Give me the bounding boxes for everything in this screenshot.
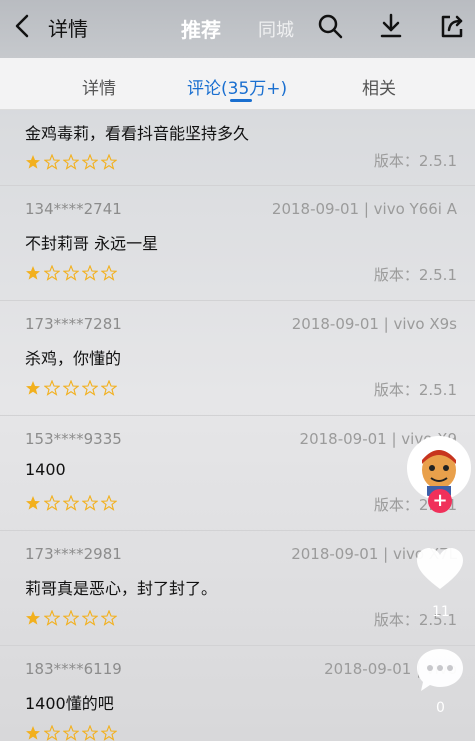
subtab-active-indicator [230, 99, 252, 102]
comment-row: 173****7281 2018-09-01 | vivo X9s 杀鸡，你懂的… [0, 301, 475, 416]
sub-tab-bar: 详情 评论(35万+) 相关 [0, 58, 475, 110]
page-title: 详情 [48, 17, 88, 41]
download-icon[interactable] [377, 12, 405, 40]
star-empty-icon [101, 154, 117, 170]
comment-text: 不封莉哥 永远一星 [25, 234, 159, 253]
star-empty-icon [63, 154, 79, 170]
star-empty-icon [44, 725, 60, 741]
star-empty-icon [63, 725, 79, 741]
top-bar: 详情 推荐 同城 [0, 0, 475, 58]
comment-row: 183****6119 2018-09-01 | vivo 1400懂的吧 [0, 646, 475, 741]
version-label: 版本：2.5.1 [373, 152, 457, 170]
share-icon[interactable] [438, 12, 466, 40]
star-empty-icon [44, 265, 60, 281]
star-empty-icon [101, 610, 117, 626]
comment-row: 134****2741 2018-09-01 | vivo Y66i A 不封莉… [0, 186, 475, 301]
heart-icon[interactable] [414, 545, 466, 593]
star-rating [25, 495, 117, 511]
comment-text: 莉哥真是恶心，封了封了。 [25, 579, 218, 598]
comment-user: 153****9335 [25, 430, 122, 448]
comment-bubble-icon[interactable] [414, 646, 466, 694]
star-empty-icon [82, 610, 98, 626]
star-empty-icon [82, 725, 98, 741]
version-label: 版本：2.5.1 [373, 381, 457, 399]
star-empty-icon [63, 265, 79, 281]
star-empty-icon [82, 265, 98, 281]
star-filled-icon [26, 155, 40, 169]
star-empty-icon [101, 725, 117, 741]
star-empty-icon [82, 380, 98, 396]
star-empty-icon [63, 495, 79, 511]
star-empty-icon [44, 610, 60, 626]
comment-user: 173****2981 [25, 545, 122, 563]
star-filled-icon [26, 611, 40, 625]
comment-text: 杀鸡，你懂的 [25, 349, 122, 368]
back-arrow-icon[interactable] [10, 12, 34, 40]
comment-user: 183****6119 [25, 660, 122, 678]
star-rating [25, 154, 117, 170]
star-filled-icon [26, 266, 40, 280]
star-empty-icon [63, 380, 79, 396]
star-empty-icon [101, 495, 117, 511]
star-filled-icon [26, 726, 40, 740]
comment-text: 1400 [25, 460, 66, 479]
subtab-comments[interactable]: 评论(35万+) [187, 74, 287, 99]
comment-row: 153****9335 2018-09-01 | vivo X9 1400 版本… [0, 416, 475, 531]
comment-meta: 2018-09-01 | vivo Y66i A [271, 200, 457, 218]
version-label: 版本：2.5.1 [373, 266, 457, 284]
comment-row: 173****2981 2018-09-01 | vivo X7L 莉哥真是恶心… [0, 531, 475, 646]
tab-local[interactable]: 同城 [258, 16, 294, 42]
star-empty-icon [101, 380, 117, 396]
star-rating [25, 380, 117, 396]
star-rating [25, 265, 117, 281]
comment-list[interactable]: 金鸡毒莉，看看抖音能坚持多久 版本：2.5.1 134****2741 2018… [0, 110, 475, 741]
comment-meta: 2018-09-01 | vivo X9s [291, 315, 457, 333]
search-icon[interactable] [316, 12, 344, 40]
subtab-details[interactable]: 详情 [82, 74, 116, 99]
star-empty-icon [44, 495, 60, 511]
star-filled-icon [26, 496, 40, 510]
star-rating [25, 610, 117, 626]
star-empty-icon [44, 154, 60, 170]
follow-plus-button[interactable]: + [428, 489, 452, 513]
comment-user: 134****2741 [25, 200, 122, 218]
star-empty-icon [82, 154, 98, 170]
comment-text: 1400懂的吧 [25, 694, 114, 713]
comment-count: 0 [436, 700, 445, 716]
star-empty-icon [101, 265, 117, 281]
star-empty-icon [44, 380, 60, 396]
tab-recommend[interactable]: 推荐 [181, 14, 221, 43]
star-empty-icon [82, 495, 98, 511]
star-rating [25, 725, 117, 741]
star-filled-icon [26, 381, 40, 395]
like-count: 11 [432, 604, 450, 620]
subtab-related[interactable]: 相关 [362, 74, 396, 99]
comment-text: 金鸡毒莉，看看抖音能坚持多久 [25, 124, 250, 143]
comment-row: 金鸡毒莉，看看抖音能坚持多久 版本：2.5.1 [0, 110, 475, 186]
comment-user: 173****7281 [25, 315, 122, 333]
star-empty-icon [63, 610, 79, 626]
